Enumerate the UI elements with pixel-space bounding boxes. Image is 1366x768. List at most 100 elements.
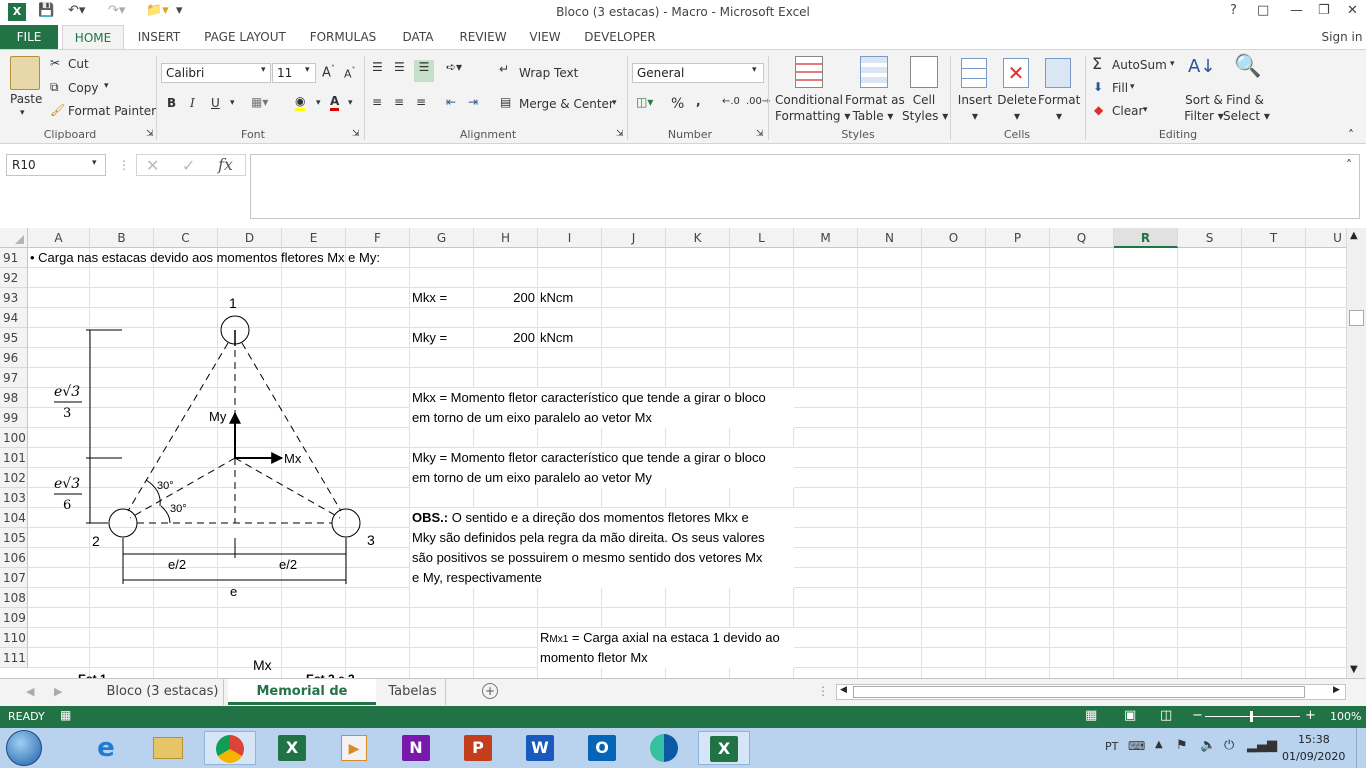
clear-button[interactable]: Clear <box>1112 104 1143 118</box>
restore-button[interactable]: ❐ <box>1318 3 1330 18</box>
taskbar-edge-legacy-icon[interactable]: e <box>80 731 132 765</box>
font-color-dropdown-icon[interactable]: ▾ <box>348 98 353 108</box>
keyboard-icon[interactable]: ⌨ <box>1128 739 1145 753</box>
number-format-dropdown-icon[interactable]: ▾ <box>752 65 757 75</box>
taskbar-media-player-icon[interactable]: ▶ <box>328 731 380 765</box>
autosum-button[interactable]: AutoSum <box>1112 58 1167 72</box>
taskbar-excel-icon[interactable]: X <box>266 731 318 765</box>
delete-cells-button[interactable]: Delete ▾ <box>997 92 1037 124</box>
tab-file[interactable]: FILE <box>0 25 58 49</box>
network-icon[interactable]: ▂▄▆ <box>1247 738 1277 753</box>
cell-styles-button[interactable]: Cell Styles ▾ <box>902 92 948 124</box>
hscroll-thumb[interactable] <box>853 686 1305 698</box>
cell-g101-mky-desc[interactable]: Mky = Momento fletor característico que … <box>412 448 766 468</box>
taskbar-chrome-icon[interactable] <box>204 731 256 765</box>
orientation-icon[interactable]: ➪▾ <box>446 60 462 74</box>
column-header-r[interactable]: R <box>1114 228 1178 248</box>
column-header-l[interactable]: L <box>730 228 794 248</box>
macro-record-icon[interactable]: ▦ <box>60 708 71 722</box>
cell-h95-mky-value[interactable]: 200 <box>474 328 535 348</box>
column-header-t[interactable]: T <box>1242 228 1306 248</box>
number-format-select[interactable]: General <box>632 63 764 83</box>
hscroll-right-icon[interactable]: ▶ <box>1333 685 1340 695</box>
cell-i93-mkx-unit[interactable]: kNcm <box>540 288 573 308</box>
taskbar-language[interactable]: PT <box>1105 740 1118 753</box>
taskbar-word-icon[interactable]: W <box>514 731 566 765</box>
column-header-j[interactable]: J <box>602 228 666 248</box>
fill-dropdown-icon[interactable]: ▾ <box>1130 82 1135 92</box>
help-button[interactable]: ? <box>1230 3 1237 18</box>
font-name-dropdown-icon[interactable]: ▾ <box>261 65 266 75</box>
power-icon[interactable]: ⏻ <box>1224 738 1234 753</box>
wrap-text-button[interactable]: Wrap Text <box>519 66 578 80</box>
worksheet-grid[interactable]: ABCDEFGHIJKLMNOPQRSTU 91 92 93 94 95 96 97 98 99… <box>0 228 1366 678</box>
cell-i110-rmx[interactable]: RMx1 = Carga axial na estaca 1 devido ao <box>540 628 780 650</box>
insert-function-icon[interactable]: fx <box>218 155 233 174</box>
align-top-icon[interactable]: ☰ <box>372 60 383 74</box>
cell-g106-obs[interactable]: são positivos se possuirem o mesmo senti… <box>412 548 762 568</box>
copy-dropdown-icon[interactable]: ▾ <box>104 81 109 91</box>
zoom-level[interactable]: 100% <box>1330 710 1361 723</box>
decrease-indent-icon[interactable]: ⇤ <box>446 95 456 109</box>
flag-icon[interactable]: ⚑ <box>1176 738 1188 753</box>
column-header-o[interactable]: O <box>922 228 986 248</box>
normal-view-icon[interactable]: ▦ <box>1085 708 1097 723</box>
tab-insert[interactable]: INSERT <box>130 25 188 49</box>
merge-dropdown-icon[interactable]: ▾ <box>612 98 617 108</box>
fill-color-icon[interactable]: ◉ <box>295 94 306 111</box>
align-middle-icon[interactable]: ☰ <box>394 60 405 74</box>
format-as-table-button[interactable]: Format as Table ▾ <box>845 92 905 124</box>
horizontal-scrollbar[interactable]: ◀ ▶ <box>836 684 1346 700</box>
tab-formulas[interactable]: FORMULAS <box>304 25 382 49</box>
formula-input[interactable] <box>250 154 1360 219</box>
split-handle-icon[interactable]: ⋮ <box>817 684 829 698</box>
cell-g95-mky-label[interactable]: Mky = <box>412 328 447 348</box>
tab-view[interactable]: VIEW <box>522 25 568 49</box>
add-sheet-icon[interactable]: + <box>482 683 498 699</box>
fill-button[interactable]: Fill <box>1112 81 1128 95</box>
scroll-up-icon[interactable]: ▲ <box>1350 230 1358 241</box>
font-name-select[interactable]: Calibri <box>161 63 271 83</box>
cell-i95-mky-unit[interactable]: kNcm <box>540 328 573 348</box>
cell-g104-obs[interactable]: OBS.: O sentido e a direção dos momentos… <box>412 508 749 528</box>
sheet-nav-next-icon[interactable]: ▶ <box>54 685 62 698</box>
align-left-icon[interactable]: ≡ <box>372 95 382 109</box>
collapse-formula-bar-icon[interactable]: ˄ <box>1346 158 1352 172</box>
clipboard-launcher-icon[interactable]: ⇲ <box>146 129 154 139</box>
cell-g102-mky-desc[interactable]: em torno de um eixo paralelo ao vetor My <box>412 468 652 488</box>
column-header-n[interactable]: N <box>858 228 922 248</box>
hscroll-left-icon[interactable]: ◀ <box>840 685 847 695</box>
taskbar-date[interactable]: 01/09/2020 <box>1282 750 1345 763</box>
zoom-in-icon[interactable]: + <box>1305 708 1316 723</box>
alignment-launcher-icon[interactable]: ⇲ <box>616 129 624 139</box>
page-break-view-icon[interactable]: ◫ <box>1160 708 1172 723</box>
increase-font-icon[interactable]: A˄ <box>322 64 335 80</box>
font-launcher-icon[interactable]: ⇲ <box>352 129 360 139</box>
insert-cells-button[interactable]: Insert ▾ <box>956 92 994 124</box>
percent-button[interactable]: % <box>671 96 684 112</box>
minimize-button[interactable]: — <box>1290 3 1303 18</box>
paste-icon[interactable] <box>10 56 40 90</box>
zoom-out-icon[interactable]: − <box>1192 708 1203 723</box>
cell-g93-mkx-label[interactable]: Mkx = <box>412 288 447 308</box>
font-color-icon[interactable]: A <box>330 94 340 111</box>
tab-home[interactable]: HOME <box>62 25 124 49</box>
scroll-down-icon[interactable]: ▼ <box>1350 664 1358 675</box>
sign-in-link[interactable]: Sign in <box>1320 25 1364 49</box>
taskbar-file-explorer-icon[interactable] <box>142 731 194 765</box>
cell-g98-mkx-desc[interactable]: Mkx = Momento fletor característico que … <box>412 388 766 408</box>
cut-button[interactable]: Cut <box>68 57 89 71</box>
tray-expand-icon[interactable]: ▲ <box>1155 739 1163 750</box>
page-layout-view-icon[interactable]: ▣ <box>1124 708 1136 723</box>
underline-dropdown-icon[interactable]: ▾ <box>230 98 235 108</box>
italic-button[interactable]: I <box>190 96 195 110</box>
bold-button[interactable]: B <box>167 96 176 110</box>
cell-g107-obs[interactable]: e My, respectivamente <box>412 568 542 588</box>
accounting-icon[interactable]: ◫▾ <box>636 95 653 109</box>
name-box[interactable]: R10 <box>6 154 106 176</box>
cancel-entry-icon[interactable]: ✕ <box>146 156 159 175</box>
start-button-icon[interactable] <box>6 730 42 766</box>
cell-g99-mkx-desc[interactable]: em torno de um eixo paralelo ao vetor Mx <box>412 408 652 428</box>
taskbar-time[interactable]: 15:38 <box>1298 733 1330 746</box>
column-header-s[interactable]: S <box>1178 228 1242 248</box>
